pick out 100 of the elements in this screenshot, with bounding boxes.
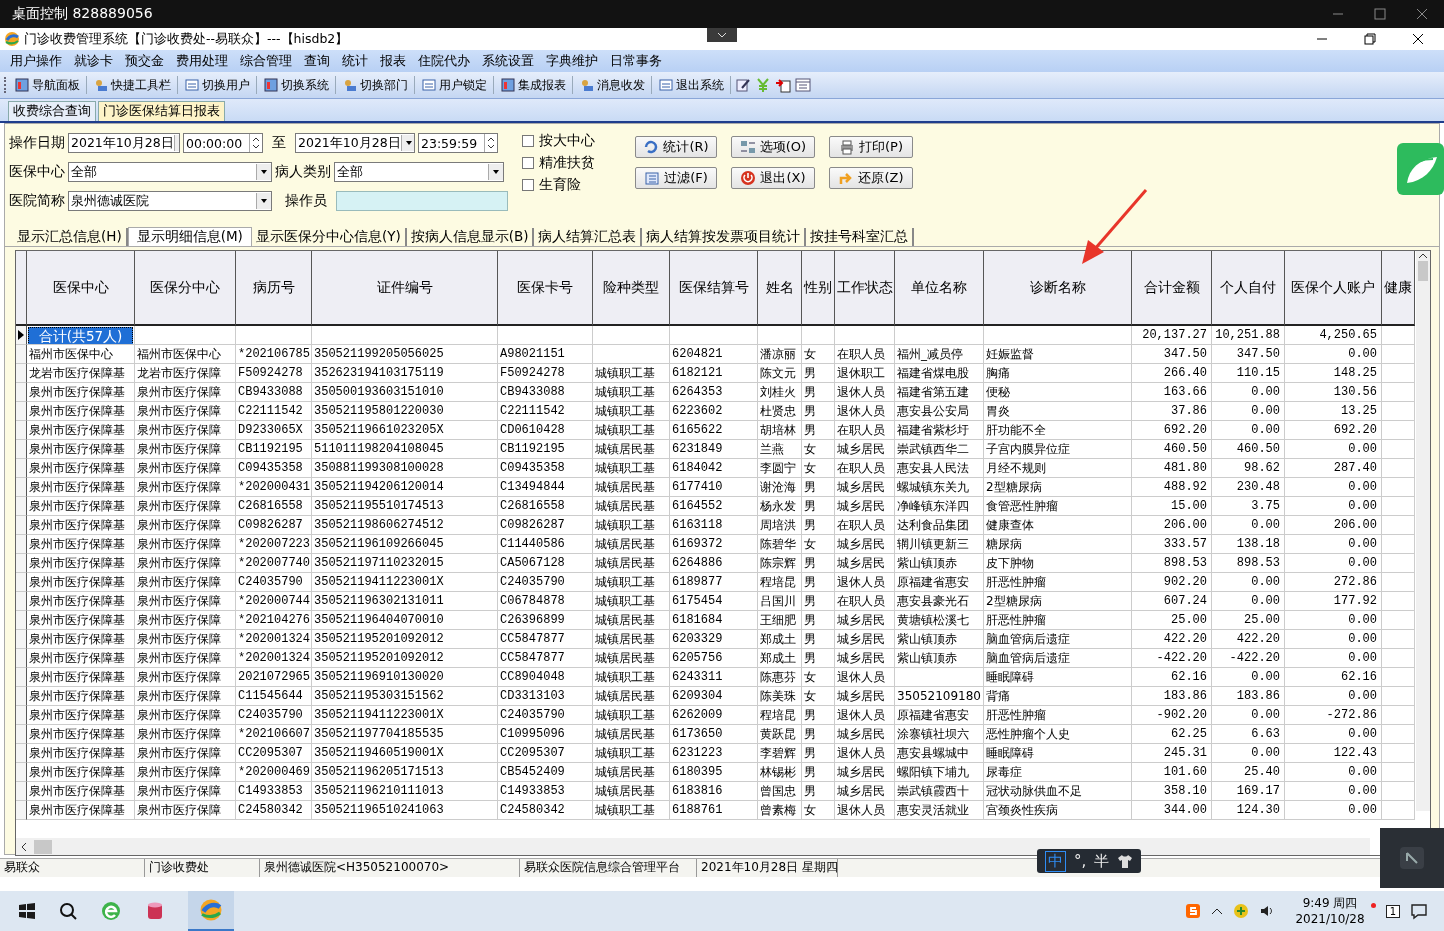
menu-item[interactable]: 日常事务 [604,52,668,70]
window-icon[interactable] [795,77,811,93]
row-indicator[interactable] [16,421,27,440]
row-indicator[interactable] [16,478,27,497]
column-header[interactable]: 医保个人账户 [1285,251,1382,326]
row-indicator[interactable] [16,497,27,516]
checkbox[interactable] [522,179,534,191]
clock[interactable]: 9:49 周四 2021/10/28 [1295,895,1365,927]
shirt-icon[interactable] [1117,854,1134,868]
column-header[interactable]: 单位名称 [895,251,984,326]
document-tab[interactable]: 收费综合查询 [8,101,96,121]
chevron-up-icon[interactable] [1211,907,1224,915]
menu-item[interactable]: 就诊卡 [68,52,119,70]
menu-item[interactable]: 报表 [374,52,412,70]
toolbar-button[interactable]: 导航面板 [12,76,82,94]
column-header[interactable]: 医保结算号 [670,251,758,326]
row-indicator[interactable] [16,440,27,459]
view-tab[interactable]: 按挂号科室汇总 [806,228,915,246]
row-indicator[interactable] [16,649,27,668]
row-indicator[interactable] [16,725,27,744]
column-header[interactable]: 证件编号 [312,251,498,326]
toolbar-button[interactable]: 快捷工具栏 [91,76,173,94]
close-icon[interactable] [1412,33,1424,45]
column-header[interactable]: 医保分中心 [135,251,236,326]
time-field[interactable]: 00:00:00 [183,133,263,153]
plus-circle-icon[interactable] [1233,903,1250,919]
menu-item[interactable]: 系统设置 [476,52,540,70]
column-header[interactable]: 险种类型 [593,251,670,326]
row-indicator[interactable] [16,687,27,706]
toolbar-button[interactable]: 退出系统 [656,76,726,94]
row-indicator[interactable] [16,535,27,554]
ime-width[interactable]: 半 [1094,851,1110,871]
checkbox[interactable] [522,135,534,147]
row-indicator[interactable] [16,630,27,649]
row-indicator[interactable] [16,326,27,345]
action-button[interactable]: 统计(R) [635,136,717,158]
app-logo-icon[interactable] [199,898,223,922]
notification-badge[interactable]: 1 [1385,904,1400,918]
header-corner[interactable] [16,251,27,326]
row-indicator[interactable] [16,459,27,478]
column-header[interactable]: 性别 [802,251,835,326]
vertical-scrollbar[interactable] [1416,251,1430,811]
document-arrow-icon[interactable] [775,77,791,93]
ime-mode[interactable]: 中 [1045,850,1066,872]
column-header[interactable]: 诊断名称 [984,251,1132,326]
toolbar-button[interactable]: 切换用户 [182,76,252,94]
column-header[interactable]: 医保卡号 [498,251,593,326]
dropdown[interactable]: 全部 [68,162,272,182]
ime-punctuation[interactable]: °, [1074,852,1087,870]
menu-item[interactable]: 住院代办 [412,52,476,70]
action-button[interactable]: 还原(Z) [829,167,913,189]
action-button[interactable]: 打印(P) [829,136,913,158]
date-picker[interactable]: 2021年10月28日 [295,133,415,153]
action-button[interactable]: 过滤(F) [635,167,717,189]
scroll-thumb[interactable] [1418,261,1428,281]
menu-item[interactable]: 统计 [336,52,374,70]
action-button[interactable]: 选项(O) [731,136,815,158]
search-icon[interactable] [58,901,78,921]
action-button[interactable]: 退出(X) [731,167,815,189]
screen-icon[interactable] [1399,846,1425,870]
toolbar-button[interactable]: 集成报表 [498,76,568,94]
menu-item[interactable]: 用户操作 [4,52,68,70]
edit-icon[interactable] [735,77,751,93]
row-indicator[interactable] [16,402,27,421]
checkbox[interactable] [522,157,534,169]
toolbar-button[interactable]: 切换系统 [261,76,331,94]
column-header[interactable]: 健康 [1382,251,1415,326]
column-header[interactable]: 合计金额 [1132,251,1212,326]
menu-item[interactable]: 费用处理 [170,52,234,70]
row-indicator[interactable] [16,592,27,611]
dropdown[interactable]: 泉州德诚医院 [68,191,272,211]
row-indicator[interactable] [16,573,27,592]
view-tab[interactable]: 按病人信息显示(B) [406,228,535,246]
column-header[interactable]: 姓名 [758,251,802,326]
row-indicator[interactable] [16,763,27,782]
menu-item[interactable]: 预交金 [119,52,170,70]
scroll-thumb[interactable] [34,839,52,854]
restore-icon[interactable] [1364,33,1376,45]
input-method-icon[interactable] [1185,903,1202,919]
row-indicator[interactable] [16,364,27,383]
row-indicator[interactable] [16,516,27,535]
browser-icon[interactable] [100,900,122,922]
row-indicator[interactable] [16,345,27,364]
toolbar-button[interactable]: 消息收发 [577,76,647,94]
scroll-left-icon[interactable] [20,841,28,852]
time-field[interactable]: 23:59:59 [418,133,498,153]
row-indicator[interactable] [16,744,27,763]
windows-start-icon[interactable] [18,902,36,920]
row-indicator[interactable] [16,554,27,573]
row-indicator[interactable] [16,706,27,725]
row-indicator[interactable] [16,611,27,630]
input-field[interactable] [336,191,508,211]
menu-item[interactable]: 综合管理 [234,52,298,70]
toolbar-button[interactable]: 用户锁定 [419,76,489,94]
menu-item[interactable]: 字典维护 [540,52,604,70]
row-indicator[interactable] [16,668,27,687]
view-tab[interactable]: 显示医保分中心信息(Y) [251,228,407,246]
toolbar-button[interactable]: 切换部门 [340,76,410,94]
dropdown[interactable]: 全部 [334,162,504,182]
date-picker[interactable]: 2021年10月28日 [68,133,180,153]
